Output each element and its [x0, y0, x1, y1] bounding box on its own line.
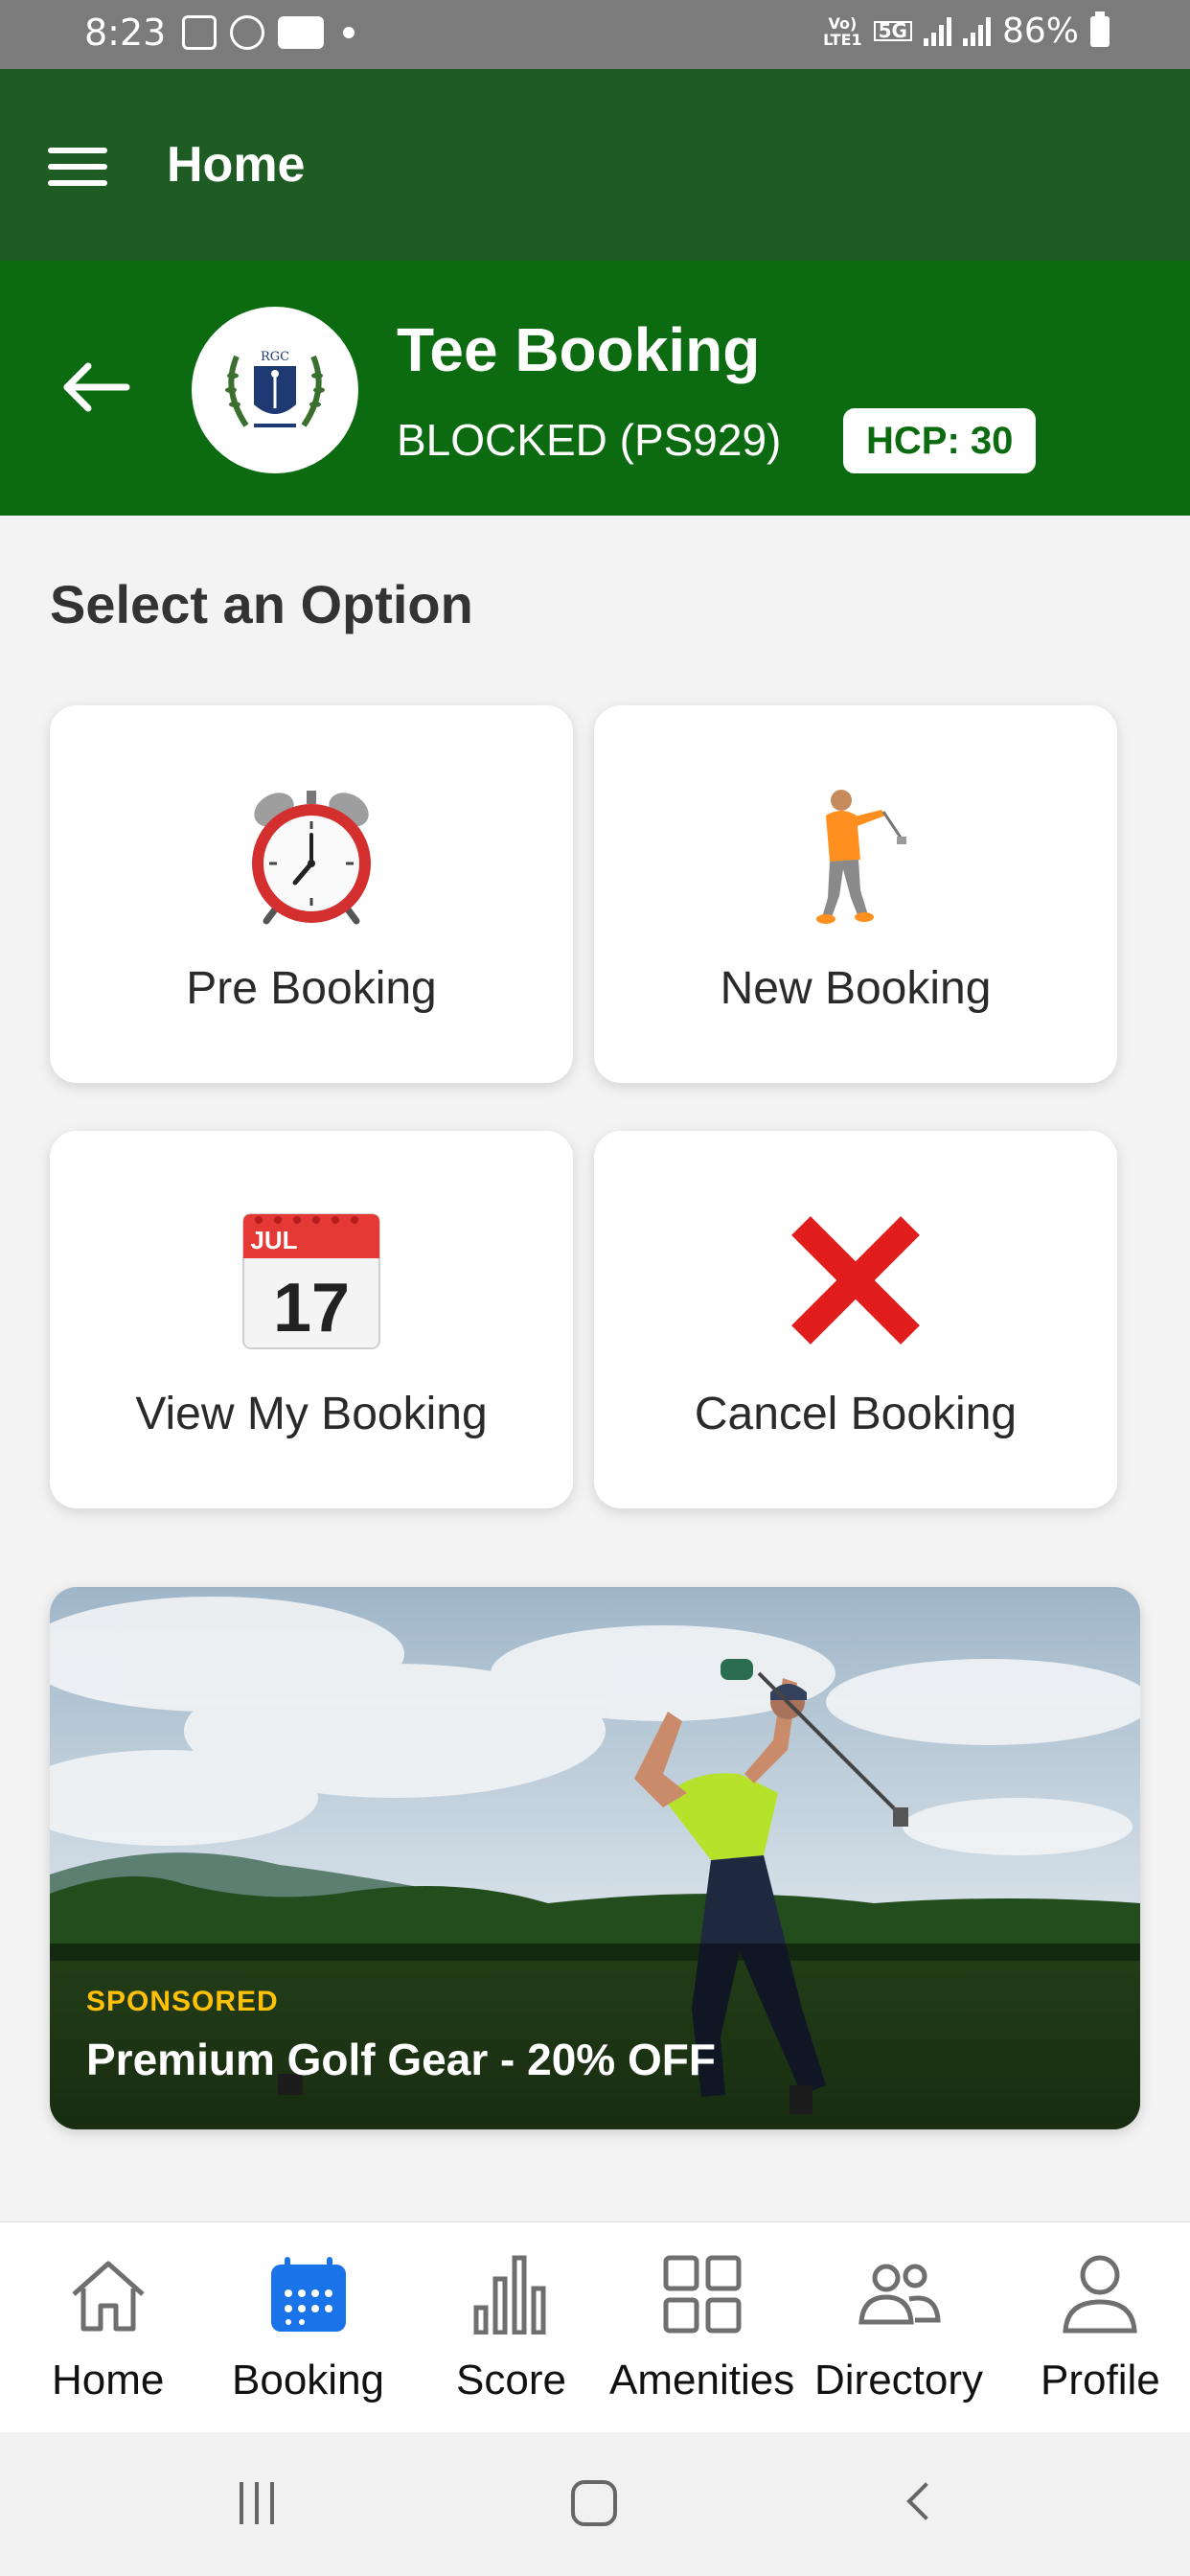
svg-text:17: 17 — [273, 1270, 350, 1346]
nav-item-score[interactable]: Score — [456, 2251, 566, 2404]
nav-item-home[interactable]: Home — [52, 2251, 164, 2404]
membership-status: BLOCKED (PS929) — [397, 415, 782, 465]
nav-label-amenities: Amenities — [609, 2357, 795, 2404]
system-home-icon[interactable] — [571, 2480, 617, 2526]
cross-mark-icon — [779, 1204, 932, 1357]
more-notifications-icon — [343, 27, 355, 38]
section-title: Select an Option — [50, 574, 473, 634]
status-time: 8:23 — [84, 12, 167, 54]
home-icon — [65, 2251, 151, 2337]
signal-icon — [923, 16, 951, 46]
network-type-indicator: 5G — [873, 21, 912, 41]
volte-indicator: Vo) LTE1 — [823, 13, 862, 49]
app-bar: Home — [0, 69, 1190, 261]
cancel-booking-card[interactable]: Cancel Booking — [594, 1131, 1117, 1508]
banner-headline: Premium Golf Gear - 20% OFF — [86, 2035, 716, 2084]
nav-item-directory[interactable]: Directory — [814, 2251, 983, 2404]
nav-label-home: Home — [52, 2357, 165, 2404]
nav-label-profile: Profile — [1041, 2357, 1160, 2404]
view-my-booking-label: View My Booking — [135, 1389, 488, 1439]
sponsored-banner[interactable]: SPONSORED Premium Golf Gear - 20% OFF — [50, 1587, 1140, 2129]
app-notification-icon — [230, 15, 264, 50]
svg-text:RGC: RGC — [261, 350, 289, 364]
signal-icon-2 — [962, 16, 991, 46]
gallery-notification-icon — [182, 15, 217, 50]
nav-item-profile[interactable]: Profile — [1041, 2251, 1160, 2404]
tee-booking-header: RGC Tee Booking BLOCKED (PS929) HCP: 30 — [0, 261, 1190, 516]
calendar-icon — [265, 2251, 352, 2337]
cancel-booking-label: Cancel Booking — [694, 1389, 1018, 1439]
page-title: Tee Booking — [397, 315, 761, 384]
alarm-clock-icon — [235, 778, 388, 932]
pre-booking-card[interactable]: Pre Booking — [50, 705, 573, 1083]
calendar-icon: JUL 17 — [235, 1204, 388, 1357]
pre-booking-label: Pre Booking — [186, 963, 437, 1014]
nav-item-amenities[interactable]: Amenities — [609, 2251, 794, 2404]
new-booking-card[interactable]: New Booking — [594, 705, 1117, 1083]
nav-item-booking[interactable]: Booking — [232, 2251, 384, 2404]
sponsored-tag: SPONSORED — [86, 1986, 279, 2017]
club-crest-icon: RGC — [225, 350, 325, 427]
bottom-nav: Home Booking Score Amenities Directory P… — [0, 2221, 1190, 2432]
menu-icon[interactable] — [48, 148, 107, 186]
club-logo: RGC — [192, 307, 358, 473]
golfer-icon — [779, 778, 932, 932]
grid-icon — [659, 2251, 745, 2337]
nav-label-directory: Directory — [814, 2357, 984, 2404]
paytm-notification-icon — [278, 16, 324, 49]
battery-icon — [1090, 11, 1110, 47]
back-arrow-icon[interactable] — [61, 360, 130, 414]
bar-chart-icon — [468, 2251, 554, 2337]
status-bar: 8:23 Vo) LTE1 5G 86% — [0, 0, 1190, 69]
notification-icons — [182, 15, 355, 50]
nav-label-booking: Booking — [232, 2357, 385, 2404]
new-booking-label: New Booking — [720, 963, 992, 1014]
status-right: Vo) LTE1 5G 86% — [823, 11, 1110, 51]
hcp-badge: HCP: 30 — [843, 408, 1037, 473]
app-bar-title: Home — [167, 137, 306, 193]
system-back-icon[interactable] — [906, 2482, 945, 2520]
view-my-booking-card[interactable]: JUL 17 View My Booking — [50, 1131, 573, 1508]
svg-text:JUL: JUL — [250, 1226, 297, 1254]
recent-apps-icon[interactable] — [240, 2482, 274, 2524]
nav-label-score: Score — [456, 2357, 566, 2404]
system-nav-bar — [0, 2432, 1190, 2576]
people-icon — [856, 2251, 942, 2337]
battery-percent: 86% — [1001, 12, 1079, 51]
person-icon — [1057, 2251, 1143, 2337]
